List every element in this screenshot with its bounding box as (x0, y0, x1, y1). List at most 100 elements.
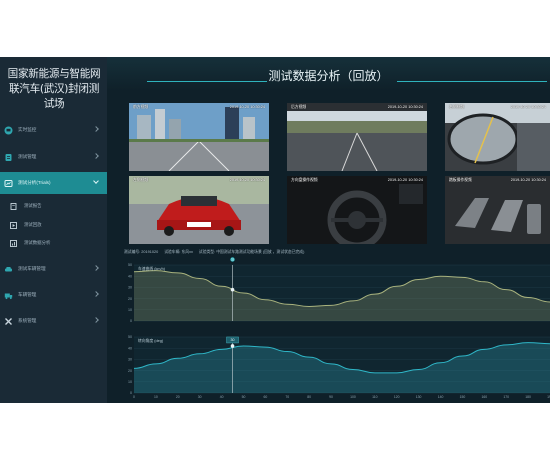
camera-front-view[interactable]: 前方视频 2019-10-20 10:30:24 (129, 103, 269, 171)
sidebar-item-monitor[interactable]: 实时监控 (0, 119, 107, 141)
camera-label: 后方视频 (291, 105, 307, 109)
main-panel: 测试数据分析（回放） 前方视频 2019-10-20 10:30:24 后方视频… (107, 57, 550, 403)
y-tick-label: 0 (130, 319, 132, 323)
camera-steering-view[interactable]: 方向盘操作视频 2019-10-20 10:30:24 (287, 176, 427, 244)
sidebar-item-label: 车辆管理 (18, 292, 37, 297)
marker-point (230, 344, 235, 348)
x-tick-label: 40 (220, 395, 224, 399)
y-tick-label: 20 (128, 369, 132, 373)
x-tick-label: 30 (198, 395, 202, 399)
x-tick-label: 80 (307, 395, 311, 399)
rear-road-image (287, 103, 427, 171)
test-id: 测试编号: 20191020 (124, 250, 159, 254)
sidebar: 国家新能源与智能网联汽车(武汉)封闭测试场 实时监控 测试管理 测试分析(Tri… (0, 57, 107, 403)
sidebar-item-label: 测试分析(Trials) (18, 180, 51, 185)
camera-timestamp: 2019-10-20 10:30:24 (229, 105, 265, 109)
y-tick-label: 40 (128, 274, 132, 278)
x-tick-label: 120 (394, 395, 400, 399)
x-tick-label: 180 (525, 395, 531, 399)
camera-right-view[interactable]: 右侧视频 2019-10-20 10:30:24 (445, 103, 550, 171)
sidebar-item-label: 系统管理 (18, 318, 37, 323)
monitor-icon (4, 126, 13, 135)
chart-icon (10, 239, 17, 247)
chevron-right-icon (93, 126, 99, 132)
test-type: 试验类型: 中国测试车路测试功能场景 (回放 ，测试状态已完成) (198, 250, 305, 254)
chevron-right-icon (93, 317, 99, 323)
chart-title: 车速曲线 (km/h) (138, 266, 166, 271)
camera-timestamp: 2019-10-20 10:30:24 (229, 178, 265, 182)
camera-timestamp: 2019-10-20 10:30:24 (510, 178, 546, 182)
camera-label: 左侧视频 (133, 178, 149, 182)
x-tick-label: 20 (176, 395, 180, 399)
y-tick-label: 40 (128, 346, 132, 350)
x-tick-label: 160 (481, 395, 487, 399)
camera-timestamp: 2019-10-20 10:30:24 (387, 105, 423, 109)
app-window: 国家新能源与智能网联汽车(武汉)封闭测试场 实时监控 测试管理 测试分析(Tri… (0, 57, 550, 403)
test-vehicle: 试验车辆: 东风xx (164, 250, 193, 254)
y-tick-label: 10 (128, 380, 132, 384)
x-tick-label: 10 (154, 395, 158, 399)
camera-left-view[interactable]: 左侧视频 2019-10-20 10:30:24 (129, 176, 269, 244)
car-icon (4, 265, 13, 274)
chevron-right-icon (93, 291, 99, 297)
sidebar-item-vehicle-test[interactable]: 测试车辆管理 (0, 258, 107, 280)
y-tick-label: 30 (128, 286, 132, 290)
sidebar-subitem-replay[interactable]: 测试回放 (0, 215, 107, 235)
marker-point (230, 287, 235, 292)
chevron-down-icon (93, 178, 99, 184)
chart-title: 转向角度 (deg) (138, 338, 164, 343)
y-tick-label: 30 (128, 358, 132, 362)
x-tick-label: 50 (242, 395, 246, 399)
charts-svg[interactable]: 0 10 20 30 40 50 车速曲线 (km/h) 0 10 20 30 40 50 转向角度 (d… (124, 257, 550, 403)
sidebar-item-test-management[interactable]: 测试管理 (0, 146, 107, 168)
y-tick-label: 50 (128, 263, 132, 267)
x-tick-label: 110 (372, 395, 378, 399)
sidebar-item-system[interactable]: 系统管理 (0, 310, 107, 332)
page-title: 测试数据分析（回放） (268, 69, 389, 83)
truck-icon (4, 291, 13, 300)
camera-label: 踏板操作视频 (449, 178, 472, 182)
analysis-icon (4, 179, 13, 188)
sidebar-subitem-label: 测试数据分析 (24, 240, 51, 245)
sidebar-item-label: 测试车辆管理 (18, 266, 46, 271)
clipboard-icon (4, 153, 13, 162)
x-tick-label: 90 (329, 395, 333, 399)
sidebar-item-test-analysis[interactable]: 测试分析(Trials) (0, 172, 107, 194)
sidebar-subitem-label: 测试报告 (24, 203, 42, 208)
x-tick-label: 100 (350, 395, 356, 399)
x-tick-label: 140 (438, 395, 444, 399)
charts-area: 0 10 20 30 40 50 车速曲线 (km/h) 0 10 20 30 40 50 转向角度 (d… (124, 257, 550, 403)
x-tick-label: 130 (416, 395, 422, 399)
report-icon (10, 202, 17, 210)
sidebar-subitem-report[interactable]: 测试报告 (0, 196, 107, 216)
x-tick-label: 0 (133, 395, 135, 399)
camera-label: 方向盘操作视频 (291, 178, 318, 182)
steering-wheel-image (287, 176, 427, 244)
pedals-image (445, 176, 550, 244)
x-tick-label: 70 (285, 395, 289, 399)
camera-pedal-view[interactable]: 踏板操作视频 2019-10-20 10:30:24 (445, 176, 550, 244)
x-tick-label: 150 (460, 395, 466, 399)
title-bar: 测试数据分析（回放） (107, 57, 550, 91)
sidebar-subitem-data-analysis[interactable]: 测试数据分析 (0, 233, 107, 253)
tools-icon (4, 317, 13, 326)
chart-info-bar: 测试编号: 20191020 试验车辆: 东风xx 试验类型: 中国测试车路测试… (124, 250, 304, 255)
chevron-right-icon (93, 265, 99, 271)
sidebar-item-label: 测试管理 (18, 154, 37, 159)
chevron-right-icon (93, 153, 99, 159)
sidebar-item-label: 实时监控 (18, 127, 37, 132)
y-tick-label: 10 (128, 308, 132, 312)
sidebar-item-vehicle-management[interactable]: 车辆管理 (0, 284, 107, 306)
side-mirror-image (445, 103, 550, 171)
red-car-image (129, 176, 269, 244)
playhead-label: 32 (231, 258, 235, 262)
city-road-image (129, 103, 269, 171)
replay-icon (10, 221, 17, 229)
x-tick-label: 60 (263, 395, 267, 399)
camera-label: 前方视频 (133, 105, 149, 109)
marker-label: 30 (231, 338, 235, 342)
camera-rear-view[interactable]: 后方视频 2019-10-20 10:30:24 (287, 103, 427, 171)
camera-timestamp: 2019-10-20 10:30:24 (387, 178, 423, 182)
y-tick-label: 20 (128, 297, 132, 301)
y-tick-label: 0 (130, 391, 132, 395)
